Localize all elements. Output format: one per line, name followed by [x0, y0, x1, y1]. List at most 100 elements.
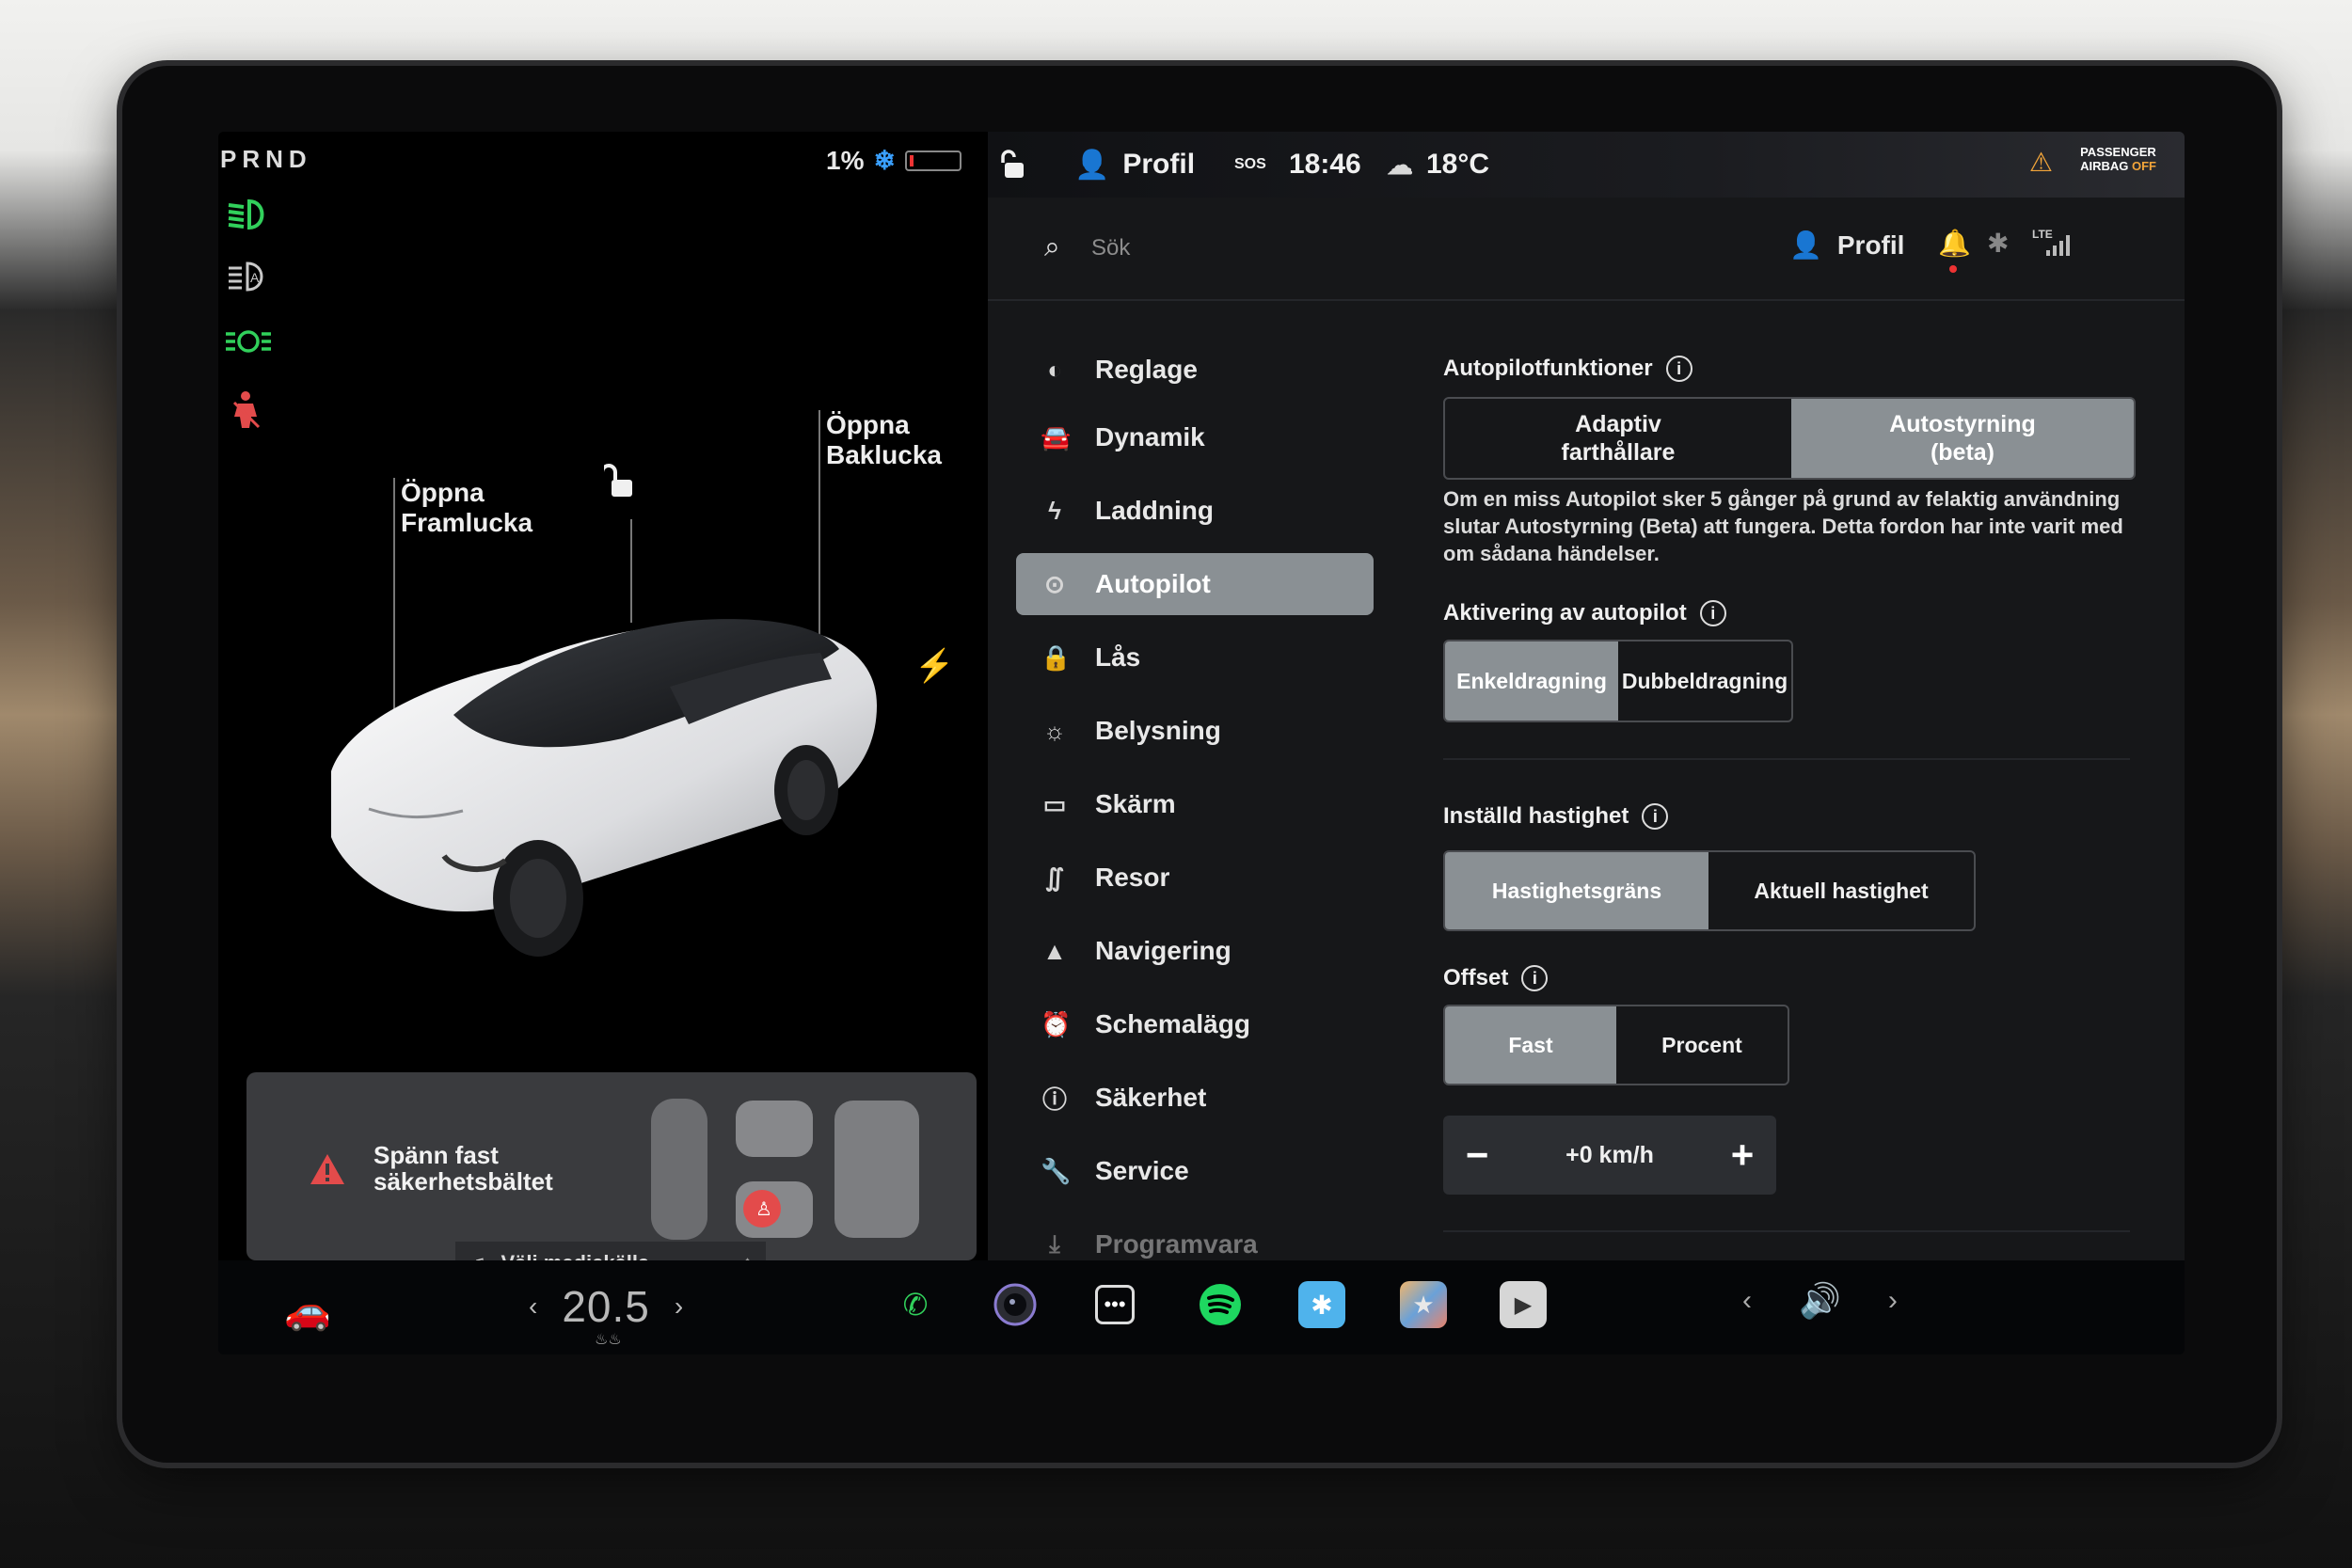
toybox-icon[interactable]: ★ — [1400, 1281, 1447, 1328]
low-beam-icon — [224, 198, 271, 235]
increase-button[interactable]: + — [1708, 1132, 1776, 1178]
volume-down-icon[interactable]: ‹ — [1742, 1285, 1752, 1317]
auto-headlight-icon: A — [224, 260, 271, 297]
option-line: farthållare — [1561, 439, 1676, 466]
settings-panel: 👤 Profil SOS 18:46 ☁ 18°C ⚠ PASSENGER AI… — [988, 132, 2185, 1260]
car-icon: 🚘 — [1041, 422, 1072, 451]
seatbelt-warning-icon — [224, 389, 271, 429]
option-line: Adaptiv — [1575, 411, 1661, 437]
cabin-temperature[interactable]: 20.5 — [562, 1281, 650, 1332]
info-icon[interactable]: i — [1642, 803, 1669, 830]
open-trunk-line1: Öppna — [826, 410, 910, 439]
more-icon[interactable]: ••• — [1095, 1285, 1135, 1324]
open-frunk-line2: Framlucka — [401, 508, 533, 537]
menu-item-dynamik[interactable]: 🚘 Dynamik — [1016, 406, 1374, 468]
temp-up-icon[interactable]: › — [675, 1291, 683, 1322]
seat-heater-icon[interactable]: ♨♨ — [595, 1330, 622, 1349]
features-title: Autopilotfunktioner — [1443, 356, 1653, 381]
option-double-pull[interactable]: Dubbeldragning — [1618, 641, 1791, 721]
car-model-image[interactable] — [312, 574, 914, 969]
trips-icon: ∬ — [1044, 863, 1065, 892]
features-heading: Autopilotfunktioner i — [1443, 356, 1692, 382]
gear-indicator: PRND — [220, 145, 312, 173]
safety-icon: ⓘ — [1041, 1085, 1067, 1114]
menu-item-skarm[interactable]: ▭ Skärm — [1016, 773, 1374, 835]
open-trunk-line2: Baklucka — [826, 440, 942, 469]
sos-label: SOS — [1234, 156, 1266, 172]
menu-label: Reglage — [1095, 355, 1198, 384]
menu-label: Autopilot — [1095, 569, 1211, 598]
charge-port-icon[interactable]: ⚡ — [914, 647, 954, 685]
offset-stepper: − +0 km/h + — [1443, 1116, 1776, 1195]
option-speed-limit[interactable]: Hastighetsgräns — [1445, 852, 1708, 929]
section-divider — [1443, 1230, 2130, 1232]
menu-label: Programvara — [1095, 1229, 1258, 1259]
car-icon[interactable]: 🚗 — [284, 1289, 331, 1333]
menu-label: Laddning — [1095, 496, 1214, 525]
menu-item-reglage[interactable]: ◐ Reglage — [1016, 339, 1374, 401]
seat-occupancy-diagram: ♙ — [651, 1099, 919, 1240]
menu-label: Schemalägg — [1095, 1009, 1250, 1038]
temp-down-icon[interactable]: ‹ — [529, 1291, 537, 1322]
phone-icon[interactable]: ✆ — [892, 1281, 939, 1328]
volume-up-icon[interactable]: › — [1888, 1285, 1898, 1317]
info-icon[interactable]: i — [1665, 356, 1692, 382]
open-trunk-label[interactable]: Öppna Baklucka — [826, 410, 942, 470]
autopilot-settings: Autopilotfunktioner i Adaptiv farthållare… — [1443, 132, 2158, 1260]
decrease-button[interactable]: − — [1443, 1132, 1511, 1178]
menu-label: Skärm — [1095, 789, 1176, 818]
battery-percent: 1% — [826, 145, 865, 175]
menu-item-resor[interactable]: ∬ Resor — [1016, 847, 1374, 909]
option-line: (beta) — [1930, 439, 1995, 466]
menu-item-autopilot[interactable]: ⊙ Autopilot — [1016, 553, 1374, 615]
clock: 18:46 — [1289, 149, 1361, 180]
offset-title: Offset — [1443, 965, 1509, 990]
option-current-speed[interactable]: Aktuell hastighet — [1708, 852, 1974, 929]
camera-icon[interactable] — [992, 1281, 1039, 1328]
option-single-pull[interactable]: Enkeldragning — [1445, 641, 1618, 721]
features-selector: Adaptiv farthållare Autostyrning (beta) — [1443, 397, 2136, 480]
cloud-icon: ☁ — [1387, 150, 1413, 180]
menu-item-las[interactable]: 🔒 Lås — [1016, 626, 1374, 689]
car-status-panel: PRND 1% ❄ A Öppna Framlucka Öppna Bakluc… — [218, 132, 988, 1284]
snowflake-icon: ❄ — [873, 146, 896, 175]
bluetooth-icon[interactable]: ✱ — [1298, 1281, 1345, 1328]
open-frunk-label[interactable]: Öppna Framlucka — [401, 478, 532, 538]
touchscreen: PRND 1% ❄ A Öppna Framlucka Öppna Bakluc… — [218, 132, 2185, 1354]
battery-icon — [904, 150, 961, 171]
sos-button[interactable]: SOS — [1234, 132, 1266, 198]
info-icon[interactable]: i — [1521, 965, 1549, 991]
wrench-icon: 🔧 — [1041, 1156, 1072, 1185]
lock-icon: 🔒 — [1041, 642, 1072, 672]
menu-item-service[interactable]: 🔧 Service — [1016, 1140, 1374, 1202]
set-speed-selector: Hastighetsgräns Aktuell hastighet — [1443, 850, 1976, 931]
menu-item-navigering[interactable]: ▲ Navigering — [1016, 920, 1374, 982]
svg-text:A: A — [250, 270, 260, 285]
section-divider — [1443, 758, 2130, 760]
set-speed-heading: Inställd hastighet i — [1443, 803, 1669, 830]
menu-item-sakerhet[interactable]: ⓘ Säkerhet — [1016, 1067, 1374, 1129]
profile-button[interactable]: 👤 Profil — [1074, 132, 1195, 198]
theater-icon[interactable]: ▶ — [1500, 1281, 1547, 1328]
climate-control: ‹ 20.5 › — [529, 1281, 683, 1332]
seatbelt-alert-text: Spänn fast säkerhetsbältet — [373, 1142, 599, 1195]
speaker-icon[interactable]: 🔊 — [1799, 1281, 1841, 1321]
lock-status-icon[interactable] — [1001, 132, 1029, 198]
spotify-icon[interactable] — [1197, 1281, 1244, 1328]
option-adaptive-cruise[interactable]: Adaptiv farthållare — [1445, 399, 1791, 478]
navigation-icon: ▲ — [1042, 936, 1067, 965]
info-icon[interactable]: i — [1699, 600, 1726, 626]
volume-control: ‹ 🔊 › — [1742, 1281, 1898, 1321]
menu-item-belysning[interactable]: ☼ Belysning — [1016, 700, 1374, 762]
menu-item-schemalagg[interactable]: ⏰ Schemalägg — [1016, 993, 1374, 1055]
alarm-icon: ⏰ — [1041, 1009, 1072, 1038]
option-autosteer[interactable]: Autostyrning (beta) — [1790, 399, 2134, 478]
warning-triangle-icon — [309, 1152, 346, 1195]
option-percent[interactable]: Procent — [1616, 1006, 1788, 1084]
display-icon: ▭ — [1042, 789, 1067, 818]
menu-item-laddning[interactable]: ϟ Laddning — [1016, 480, 1374, 542]
unlock-icon[interactable] — [600, 463, 638, 505]
search-icon[interactable]: ⌕ — [1044, 231, 1060, 263]
offset-heading: Offset i — [1443, 965, 1549, 991]
option-fixed[interactable]: Fast — [1445, 1006, 1616, 1084]
